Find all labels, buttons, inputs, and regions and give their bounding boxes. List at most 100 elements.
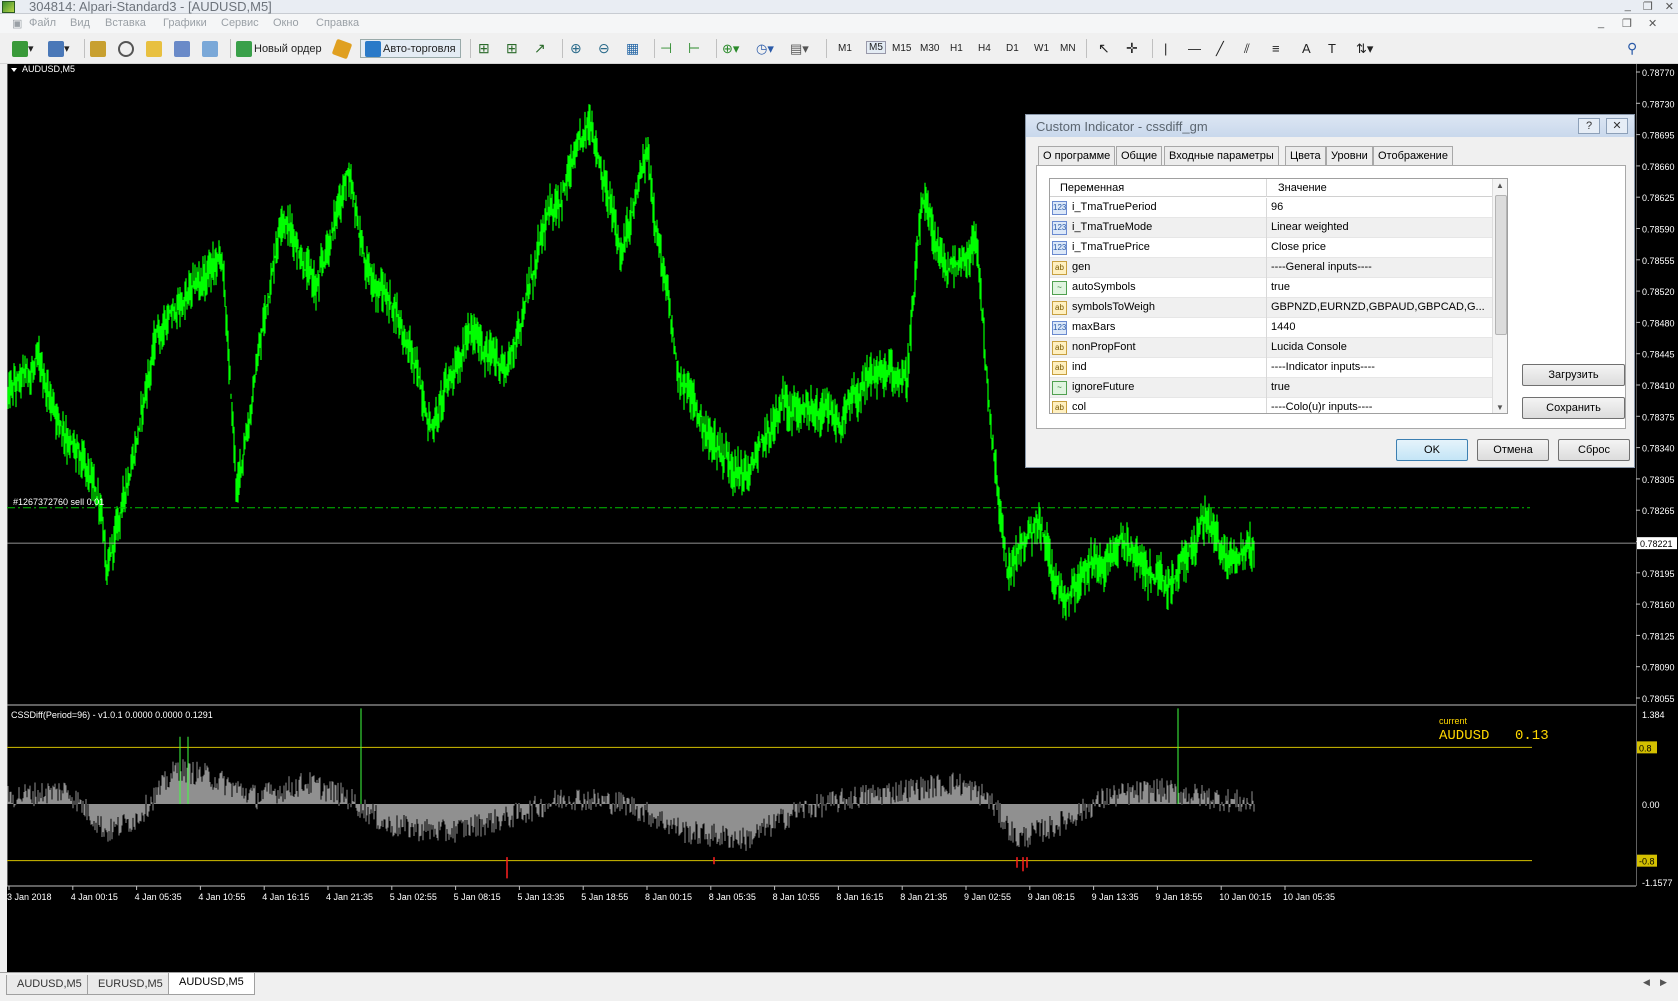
candlestick-icon[interactable]: ⊞ bbox=[506, 39, 518, 58]
tab-inputs[interactable]: Входные параметры bbox=[1164, 146, 1279, 165]
tf-mn[interactable]: MN bbox=[1060, 43, 1076, 54]
menu-tools[interactable]: Сервис bbox=[221, 17, 259, 29]
param-row[interactable]: ~ autoSymbols true bbox=[1050, 278, 1492, 298]
tab-scroll-left-icon[interactable]: ◀ bbox=[1643, 977, 1650, 988]
column-value[interactable]: Значение bbox=[1278, 182, 1327, 194]
strategy-tester-icon[interactable] bbox=[202, 39, 218, 58]
chart-tab-audusd-2[interactable]: AUDUSD,M5 bbox=[168, 973, 255, 995]
dialog-title-bar[interactable]: Custom Indicator - cssdiff_gm ? ✕ bbox=[1026, 115, 1634, 137]
tab-scroll-right-icon[interactable]: ▶ bbox=[1660, 977, 1667, 988]
ok-button[interactable]: OK bbox=[1396, 439, 1468, 461]
dialog-close-button[interactable]: ✕ bbox=[1606, 118, 1628, 134]
param-value[interactable]: GBPNZD,EURNZD,GBPAUD,GBPCAD,G... bbox=[1271, 301, 1491, 313]
tab-about[interactable]: О программе bbox=[1038, 146, 1116, 165]
text-icon[interactable]: A bbox=[1302, 39, 1311, 58]
param-row[interactable]: ab nonPropFont Lucida Console bbox=[1050, 338, 1492, 358]
menu-view[interactable]: Вид bbox=[70, 17, 90, 29]
reset-button[interactable]: Сброс bbox=[1558, 439, 1630, 461]
crosshair-icon[interactable]: ✛ bbox=[1126, 39, 1138, 58]
param-row[interactable]: ab gen ----General inputs---- bbox=[1050, 258, 1492, 278]
param-value[interactable]: ----General inputs---- bbox=[1271, 261, 1491, 273]
menu-file[interactable]: Файл bbox=[29, 17, 56, 29]
tf-w1[interactable]: W1 bbox=[1034, 43, 1049, 54]
search-icon[interactable]: ⚲ bbox=[1627, 39, 1637, 58]
data-window-icon[interactable] bbox=[146, 39, 162, 58]
menu-window[interactable]: Окно bbox=[273, 17, 299, 29]
param-row[interactable]: 123 i_TmaTrueMode Linear weighted bbox=[1050, 218, 1492, 238]
param-value[interactable]: Linear weighted bbox=[1271, 221, 1491, 233]
param-value[interactable]: Close price bbox=[1271, 241, 1491, 253]
column-variable[interactable]: Переменная bbox=[1060, 182, 1124, 194]
tile-windows-icon[interactable]: ▦ bbox=[626, 39, 639, 58]
chart-tab-eurusd[interactable]: EURUSD,M5 bbox=[87, 975, 174, 995]
close-icon[interactable]: ✕ bbox=[1665, 0, 1674, 13]
mdi-minimize-icon[interactable]: _ bbox=[1598, 17, 1604, 29]
menu-insert[interactable]: Вставка bbox=[105, 17, 146, 29]
scroll-down-icon[interactable]: ▼ bbox=[1496, 403, 1504, 412]
text-label-icon[interactable]: T bbox=[1328, 39, 1336, 58]
restore-icon[interactable]: ❐ bbox=[1643, 0, 1653, 13]
minimize-icon[interactable]: _ bbox=[1625, 0, 1631, 13]
tf-m5[interactable]: M5 bbox=[866, 41, 886, 54]
load-button[interactable]: Загрузить bbox=[1522, 364, 1625, 386]
param-value[interactable]: 96 bbox=[1271, 201, 1491, 213]
chart-tab-audusd-1[interactable]: AUDUSD,M5 bbox=[6, 975, 93, 995]
scroll-thumb[interactable] bbox=[1495, 195, 1507, 335]
cancel-button[interactable]: Отмена bbox=[1477, 439, 1549, 461]
tab-common[interactable]: Общие bbox=[1116, 146, 1163, 165]
param-row[interactable]: ab col ----Colo(u)r inputs---- bbox=[1050, 398, 1492, 413]
terminal-icon[interactable] bbox=[174, 39, 190, 58]
cursor-icon[interactable]: ↖ bbox=[1098, 39, 1110, 58]
menu-charts[interactable]: Графики bbox=[163, 17, 207, 29]
param-value[interactable]: true bbox=[1271, 381, 1491, 393]
scroll-up-icon[interactable]: ▲ bbox=[1496, 181, 1504, 190]
param-row[interactable]: 123 i_TmaTruePrice Close price bbox=[1050, 238, 1492, 258]
param-value[interactable]: 1440 bbox=[1271, 321, 1491, 333]
param-value[interactable]: Lucida Console bbox=[1271, 341, 1491, 353]
market-watch-icon[interactable] bbox=[90, 39, 106, 58]
indicators-icon[interactable]: ⊕▾ bbox=[722, 39, 739, 58]
param-value[interactable]: ----Indicator inputs---- bbox=[1271, 361, 1491, 373]
trendline-icon[interactable]: ╱ bbox=[1216, 39, 1224, 58]
navigator-icon[interactable] bbox=[118, 39, 134, 58]
equidistant-channel-icon[interactable]: ⫽ bbox=[1244, 39, 1250, 58]
param-row[interactable]: ~ ignoreFuture true bbox=[1050, 378, 1492, 398]
mdi-restore-icon[interactable]: ❐ bbox=[1622, 17, 1632, 30]
periods-icon[interactable]: ◷▾ bbox=[756, 39, 774, 58]
menu-icon[interactable]: ▣ bbox=[12, 17, 22, 30]
tf-h4[interactable]: H4 bbox=[978, 43, 991, 54]
param-row[interactable]: 123 maxBars 1440 bbox=[1050, 318, 1492, 338]
templates-icon[interactable]: ▤▾ bbox=[790, 39, 809, 58]
param-row[interactable]: 123 i_TmaTruePeriod 96 bbox=[1050, 198, 1492, 218]
tf-h1[interactable]: H1 bbox=[950, 43, 963, 54]
new-order-button[interactable]: Новый ордер bbox=[236, 39, 322, 58]
fibonacci-icon[interactable]: ≡ bbox=[1272, 39, 1280, 58]
autoscroll-icon[interactable]: ⊢ bbox=[688, 39, 700, 58]
param-row[interactable]: ab ind ----Indicator inputs---- bbox=[1050, 358, 1492, 378]
param-row[interactable]: ab symbolsToWeigh GBPNZD,EURNZD,GBPAUD,GBP… bbox=[1050, 298, 1492, 318]
chart-shift-icon[interactable]: ⊣ bbox=[660, 39, 672, 58]
tf-m15[interactable]: M15 bbox=[892, 43, 911, 54]
vertical-line-icon[interactable]: | bbox=[1164, 39, 1167, 58]
tf-m1[interactable]: M1 bbox=[838, 43, 852, 54]
line-chart-icon[interactable]: ↗ bbox=[534, 39, 546, 58]
horizontal-line-icon[interactable]: — bbox=[1188, 39, 1201, 58]
param-value[interactable]: true bbox=[1271, 281, 1491, 293]
param-value[interactable]: ----Colo(u)r inputs---- bbox=[1271, 401, 1491, 413]
bar-chart-icon[interactable]: ⊞ bbox=[478, 39, 490, 58]
save-button[interactable]: Сохранить bbox=[1522, 397, 1625, 419]
menu-help[interactable]: Справка bbox=[316, 17, 359, 29]
auto-trading-button[interactable]: Авто-торговля bbox=[360, 39, 461, 58]
help-button[interactable]: ? bbox=[1578, 118, 1600, 134]
new-chart-icon[interactable]: ▾ bbox=[12, 39, 34, 58]
tab-colors[interactable]: Цвета bbox=[1285, 146, 1326, 165]
params-scrollbar[interactable]: ▲ ▼ bbox=[1492, 179, 1507, 413]
arrows-icon[interactable]: ⇅▾ bbox=[1356, 39, 1373, 58]
zoom-in-icon[interactable]: ⊕ bbox=[570, 39, 582, 58]
profiles-icon[interactable]: ▾ bbox=[48, 39, 70, 58]
tf-d1[interactable]: D1 bbox=[1006, 43, 1019, 54]
mdi-close-icon[interactable]: ✕ bbox=[1648, 17, 1657, 30]
tf-m30[interactable]: M30 bbox=[920, 43, 939, 54]
price-axis[interactable]: 0.78770 0.78730 0.78695 0.78660 0.78625 0.785… bbox=[1635, 64, 1678, 972]
tab-levels[interactable]: Уровни bbox=[1326, 146, 1373, 165]
